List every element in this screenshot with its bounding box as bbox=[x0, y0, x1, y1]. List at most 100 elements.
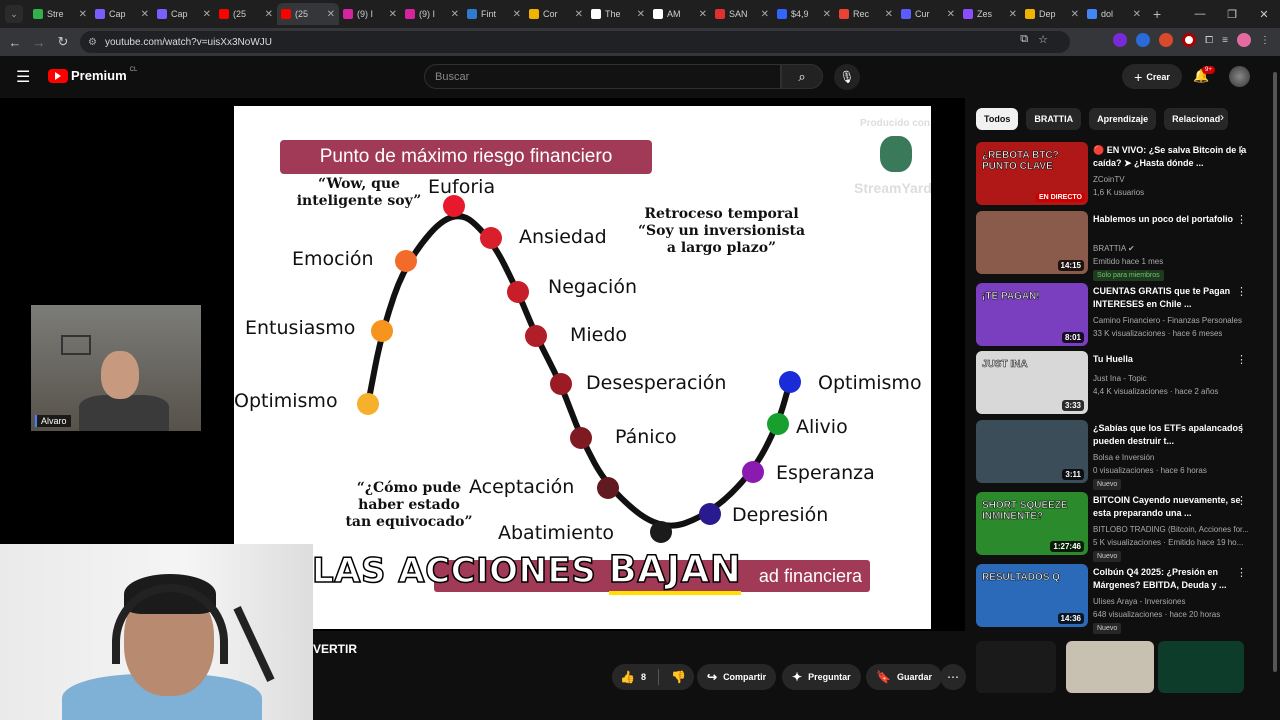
browser-tab[interactable]: AM ✕ bbox=[649, 3, 711, 25]
extension-icon[interactable] bbox=[1159, 33, 1174, 47]
browser-tab[interactable]: The ✕ bbox=[587, 3, 649, 25]
browser-tab[interactable]: Fint ✕ bbox=[463, 3, 525, 25]
browser-tab[interactable]: (9) I ✕ bbox=[401, 3, 463, 25]
extensions-puzzle-icon[interactable]: ⧠ bbox=[1205, 35, 1213, 46]
recommendation-title[interactable]: Hablemos un poco del portafolio bbox=[1093, 213, 1248, 226]
more-actions-button[interactable]: ⋯ bbox=[940, 664, 966, 690]
search-input[interactable]: Buscar bbox=[424, 64, 781, 89]
tab-close-icon[interactable]: ✕ bbox=[761, 9, 769, 20]
browser-tab[interactable]: Zes ✕ bbox=[959, 3, 1021, 25]
tab-close-icon[interactable]: ✕ bbox=[699, 9, 707, 20]
profile-avatar[interactable] bbox=[1237, 33, 1251, 47]
minimize-icon[interactable]: — bbox=[1184, 8, 1216, 20]
youtube-logo[interactable]: Premium CL bbox=[48, 67, 137, 83]
recommendation-item[interactable]: ¡TE PAGAN! 8:01 CUENTAS GRATIS que te Paga… bbox=[976, 283, 1266, 347]
tab-close-icon[interactable]: ✕ bbox=[451, 9, 459, 20]
tab-close-icon[interactable]: ✕ bbox=[823, 9, 831, 20]
filter-chip[interactable]: Relacionad bbox=[1164, 108, 1229, 130]
more-vertical-icon[interactable]: ⋮ bbox=[1236, 213, 1247, 226]
share-button[interactable]: ↪ Compartir bbox=[697, 664, 777, 690]
tab-close-icon[interactable]: ✕ bbox=[79, 9, 87, 20]
close-window-icon[interactable]: ✕ bbox=[1248, 8, 1280, 21]
browser-tab[interactable]: Rec ✕ bbox=[835, 3, 897, 25]
browser-tab[interactable]: (25 ✕ bbox=[215, 3, 277, 25]
tab-close-icon[interactable]: ✕ bbox=[637, 9, 645, 20]
chevron-right-icon[interactable]: › bbox=[1220, 110, 1224, 124]
page-scrollbar[interactable] bbox=[1270, 62, 1280, 692]
extension-icon[interactable] bbox=[1136, 33, 1151, 47]
tab-close-icon[interactable]: ✕ bbox=[885, 9, 893, 20]
browser-tab[interactable]: Cap ✕ bbox=[91, 3, 153, 25]
video-thumbnail[interactable]: JUST INA 3:33 bbox=[976, 351, 1088, 414]
browser-tab[interactable]: dol ✕ bbox=[1083, 3, 1145, 25]
recommendation-title[interactable]: 🔴 EN VIVO: ¿Se salva Bitcoin de la caída… bbox=[1093, 144, 1248, 169]
video-thumbnail[interactable]: RESULTADOS Q 14:36 bbox=[976, 564, 1088, 627]
tab-search-button[interactable]: ⌄ bbox=[5, 5, 23, 23]
video-thumbnail[interactable]: SHORT SQUEEZE INMINENTE? 1:27:46 bbox=[976, 492, 1088, 555]
tab-close-icon[interactable]: ✕ bbox=[141, 9, 149, 20]
ublock-icon[interactable] bbox=[1182, 33, 1197, 47]
create-button[interactable]: + Crear bbox=[1122, 64, 1182, 89]
more-vertical-icon[interactable]: ⋮ bbox=[1236, 566, 1247, 579]
tab-close-icon[interactable]: ✕ bbox=[203, 9, 211, 20]
video-thumbnail[interactable]: ¡TE PAGAN! 8:01 bbox=[976, 283, 1088, 346]
account-avatar[interactable] bbox=[1229, 66, 1250, 87]
tab-close-icon[interactable]: ✕ bbox=[947, 9, 955, 20]
more-vertical-icon[interactable]: ⋮ bbox=[1236, 285, 1247, 298]
chrome-menu-icon[interactable]: ⋮ bbox=[1260, 35, 1270, 46]
channel-name[interactable]: Ulises Araya - Inversiones bbox=[1093, 597, 1248, 606]
browser-tab[interactable]: $4,9 ✕ bbox=[773, 3, 835, 25]
forward-icon[interactable]: → bbox=[27, 35, 51, 50]
browser-tab[interactable]: (9) I ✕ bbox=[339, 3, 401, 25]
chart-thumbnail[interactable] bbox=[976, 641, 1056, 693]
reading-list-icon[interactable]: ≡ bbox=[1222, 35, 1228, 46]
recommendation-item[interactable]: RESULTADOS Q 14:36 Colbún Q4 2025: ¿Presió… bbox=[976, 564, 1266, 634]
menu-hamburger-icon[interactable]: ☰ bbox=[16, 67, 30, 87]
address-bar[interactable]: ⚙ youtube.com/watch?v=uisXx3NoWJU bbox=[80, 31, 1070, 53]
channel-name[interactable]: Just Ina - Topic bbox=[1093, 374, 1248, 383]
tab-close-icon[interactable]: ✕ bbox=[265, 9, 273, 20]
recommendation-item[interactable]: 3:11 ¿Sabías que los ETFs apalancados pue… bbox=[976, 420, 1266, 490]
video-thumbnail[interactable]: ¿REBOTA BTC? PUNTO CLAVE EN DIRECTO bbox=[976, 142, 1088, 205]
like-icon[interactable]: 👍 bbox=[620, 670, 635, 684]
tab-close-icon[interactable]: ✕ bbox=[513, 9, 521, 20]
channel-name[interactable]: BRATTIA ✔ bbox=[1093, 244, 1248, 253]
ask-button[interactable]: ✦ Preguntar bbox=[782, 664, 861, 690]
browser-tab[interactable]: SAN ✕ bbox=[711, 3, 773, 25]
recommendation-item[interactable]: 14:15 Hablemos un poco del portafolio BRAT… bbox=[976, 211, 1266, 281]
recommendation-title[interactable]: BITCOIN Cayendo nuevamente, se esta prep… bbox=[1093, 494, 1248, 519]
channel-name[interactable]: BITLOBO TRADING (Bitcoin, Acciones for..… bbox=[1093, 525, 1248, 534]
browser-tab[interactable]: Stre ✕ bbox=[29, 3, 91, 25]
tab-close-icon[interactable]: ✕ bbox=[1071, 9, 1079, 20]
channel-name[interactable]: Bolsa e Inversión bbox=[1093, 453, 1248, 462]
bookmark-star-icon[interactable]: ☆ bbox=[1038, 33, 1048, 46]
install-app-icon[interactable]: ⧉ bbox=[1020, 33, 1028, 46]
channel-name[interactable]: Camino Financiero - Finanzas Personales bbox=[1093, 316, 1248, 325]
save-button[interactable]: 🔖 Guardar bbox=[866, 664, 942, 690]
tab-close-icon[interactable]: ✕ bbox=[1009, 9, 1017, 20]
more-vertical-icon[interactable]: ⋮ bbox=[1236, 494, 1247, 507]
recommendation-title[interactable]: ¿Sabías que los ETFs apalancados pueden … bbox=[1093, 422, 1248, 447]
browser-tab[interactable]: Cap ✕ bbox=[153, 3, 215, 25]
search-button[interactable]: ⌕ bbox=[781, 64, 823, 89]
extension-icon[interactable] bbox=[1113, 33, 1128, 47]
channel-name[interactable]: ZCoinTV bbox=[1093, 175, 1248, 184]
person-thumbnail[interactable] bbox=[1066, 641, 1154, 693]
filter-chip[interactable]: Todos bbox=[976, 108, 1019, 130]
recommendation-title[interactable]: CUENTAS GRATIS que te Pagan INTERESES en… bbox=[1093, 285, 1248, 310]
filter-chip[interactable]: Aprendizaje bbox=[1089, 108, 1157, 130]
more-vertical-icon[interactable]: ⋮ bbox=[1236, 422, 1247, 435]
site-info-icon[interactable]: ⚙ bbox=[88, 37, 97, 48]
browser-tab[interactable]: Cor ✕ bbox=[525, 3, 587, 25]
recommendation-item[interactable]: SHORT SQUEEZE INMINENTE? 1:27:46 BITCOIN C… bbox=[976, 492, 1266, 562]
dislike-icon[interactable]: 👎 bbox=[671, 670, 686, 684]
tab-close-icon[interactable]: ✕ bbox=[1133, 9, 1141, 20]
tab-close-icon[interactable]: ✕ bbox=[575, 9, 583, 20]
browser-tab[interactable]: Dep ✕ bbox=[1021, 3, 1083, 25]
browser-tab[interactable]: (25 ✕ bbox=[277, 3, 339, 25]
recommendation-title[interactable]: Colbún Q4 2025: ¿Presión en Márgenes? EB… bbox=[1093, 566, 1248, 591]
more-vertical-icon[interactable]: ⋮ bbox=[1236, 353, 1247, 366]
recommendation-title[interactable]: Tu Huella bbox=[1093, 353, 1248, 366]
back-icon[interactable]: ← bbox=[3, 35, 27, 50]
reload-icon[interactable]: ↻ bbox=[51, 34, 75, 50]
